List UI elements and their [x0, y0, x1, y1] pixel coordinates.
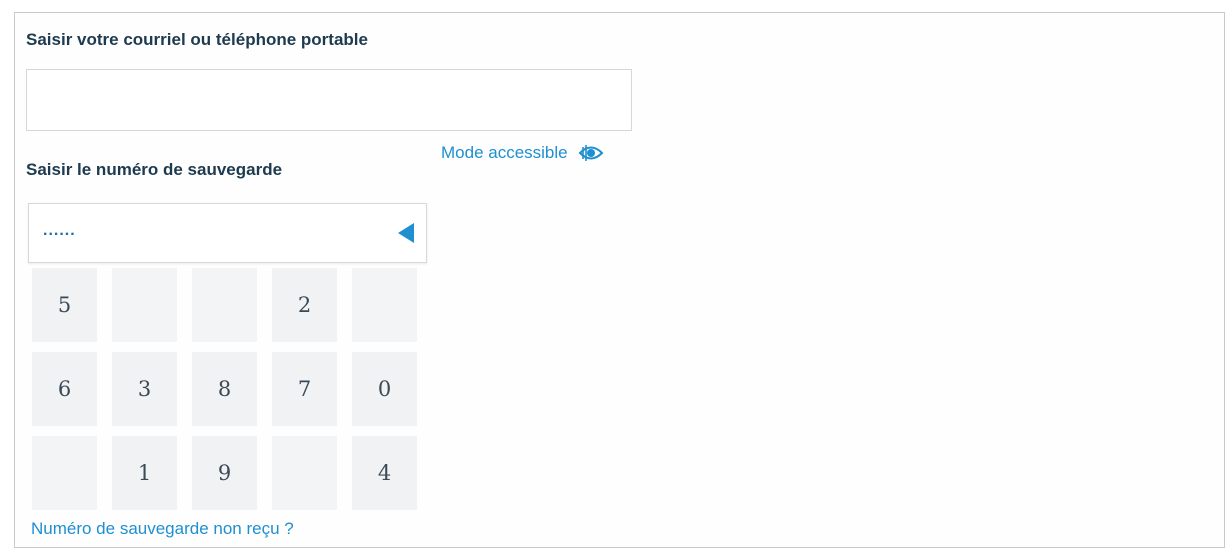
keypad-key[interactable]: 9 [192, 436, 257, 510]
eye-icon [578, 143, 604, 163]
keypad-key[interactable]: 4 [352, 436, 417, 510]
keypad-key[interactable]: 3 [112, 352, 177, 426]
code-label: Saisir le numéro de sauvegarde [26, 160, 283, 179]
code-not-received-link[interactable]: Numéro de sauvegarde non reçu ? [31, 519, 294, 539]
masked-code: ...... [43, 222, 76, 239]
keypad-key-blank[interactable] [272, 436, 337, 510]
backup-code-field: ...... [28, 203, 427, 263]
accessible-mode-link[interactable]: Mode accessible [441, 141, 604, 165]
keypad-key-blank[interactable] [32, 436, 97, 510]
keypad-key-blank[interactable] [352, 268, 417, 342]
keypad: 5 2 6 3 8 7 0 1 9 4 [32, 268, 417, 510]
keypad-key[interactable]: 0 [352, 352, 417, 426]
keypad-key[interactable]: 2 [272, 268, 337, 342]
accessible-mode-label: Mode accessible [441, 143, 568, 162]
email-label: Saisir votre courriel ou téléphone porta… [26, 30, 368, 49]
keypad-key[interactable]: 1 [112, 436, 177, 510]
keypad-key[interactable]: 5 [32, 268, 97, 342]
keypad-key[interactable]: 8 [192, 352, 257, 426]
email-field[interactable] [26, 69, 632, 131]
keypad-key-blank[interactable] [112, 268, 177, 342]
keypad-key[interactable]: 6 [32, 352, 97, 426]
keypad-key[interactable]: 7 [272, 352, 337, 426]
keypad-key-blank[interactable] [192, 268, 257, 342]
backspace-triangle-icon[interactable] [398, 223, 414, 243]
